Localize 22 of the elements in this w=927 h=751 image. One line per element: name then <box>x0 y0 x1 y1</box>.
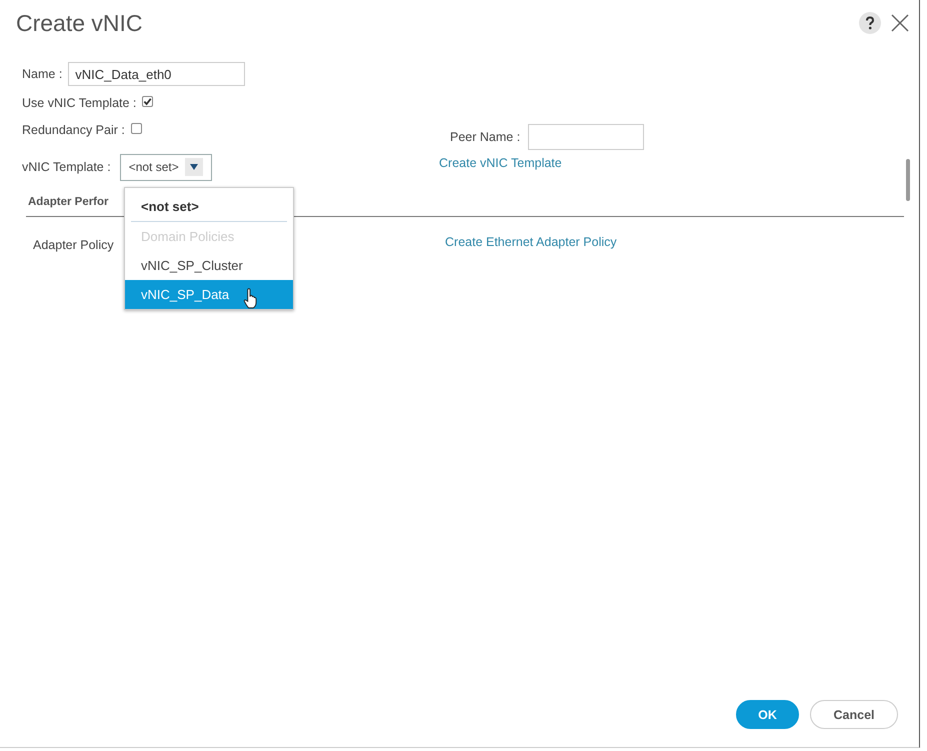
create-policy-link[interactable]: Create Ethernet Adapter Policy <box>445 234 617 248</box>
menu-option[interactable]: <not set> <box>125 192 293 221</box>
cancel-button[interactable]: Cancel <box>810 700 898 729</box>
name-field[interactable]: vNIC_Data_eth0 <box>68 62 246 86</box>
field-label: Name : <box>22 67 62 81</box>
template-select[interactable]: <not set> <box>120 154 212 180</box>
field-label: Use vNIC Template : <box>22 96 136 110</box>
field-label: Redundancy Pair : <box>22 123 125 137</box>
checkbox[interactable] <box>130 122 142 134</box>
menu-option[interactable]: vNIC_SP_Cluster <box>125 251 293 280</box>
help-icon[interactable] <box>859 12 881 34</box>
field-label: Adapter Policy <box>33 238 115 252</box>
field-label: Peer Name : <box>450 130 520 144</box>
checkbox[interactable] <box>142 96 154 106</box>
peer-name-field[interactable] <box>528 124 644 150</box>
section-title: Adapter Perfor <box>28 196 109 208</box>
caret-icon <box>184 158 203 176</box>
dialog-title: Create vNIC <box>16 10 144 36</box>
create-template-link[interactable]: Create vNIC Template <box>439 156 562 170</box>
close-icon[interactable] <box>891 14 909 32</box>
field-label: vNIC Template : <box>22 160 111 174</box>
scrollbar-thumb[interactable] <box>906 159 910 201</box>
